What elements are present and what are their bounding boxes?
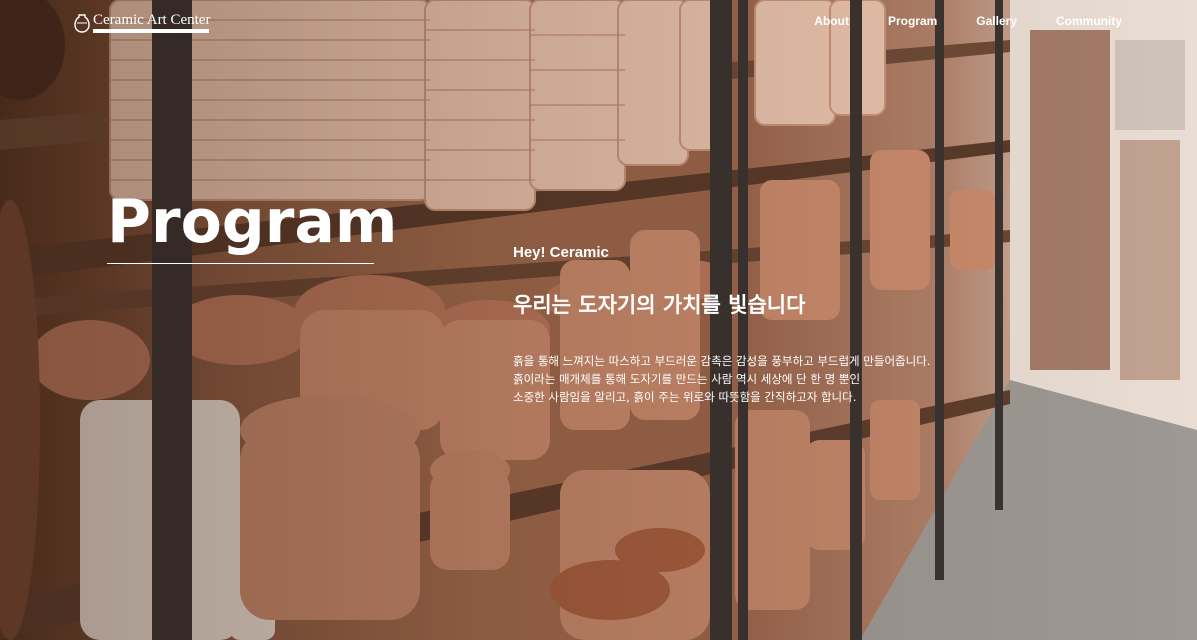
hero-overlay [0, 0, 1197, 640]
main-nav: About Program Gallery Community [814, 14, 1122, 28]
vase-icon [74, 13, 90, 33]
intro-body-line: 흙이라는 매개체를 통해 도자기를 만드는 사람 역시 세상에 단 한 명 뿐인 [513, 372, 861, 386]
page-title: Program [107, 187, 398, 257]
intro-eyebrow: Hey! Ceramic [513, 244, 609, 261]
intro-headline: 우리는 도자기의 가치를 빛습니다 [513, 293, 806, 317]
nav-about[interactable]: About [814, 14, 849, 28]
nav-gallery[interactable]: Gallery [976, 14, 1017, 28]
logo-text: Ceramic Art Center [93, 12, 211, 28]
nav-program[interactable]: Program [888, 14, 937, 28]
nav-community[interactable]: Community [1056, 14, 1122, 28]
title-divider [107, 263, 374, 264]
site-logo[interactable]: Ceramic Art Center [74, 12, 210, 33]
logo-underline [93, 29, 209, 33]
intro-body-line: 흙을 통해 느껴지는 따스하고 부드러운 감촉은 감성을 풍부하고 부드럽게 만… [513, 354, 931, 368]
intro-body: 흙을 통해 느껴지는 따스하고 부드러운 감촉은 감성을 풍부하고 부드럽게 만… [513, 352, 993, 406]
intro-body-line: 소중한 사람임을 알리고, 흙이 주는 위로와 따뜻함을 간직하고자 합니다. [513, 390, 857, 404]
